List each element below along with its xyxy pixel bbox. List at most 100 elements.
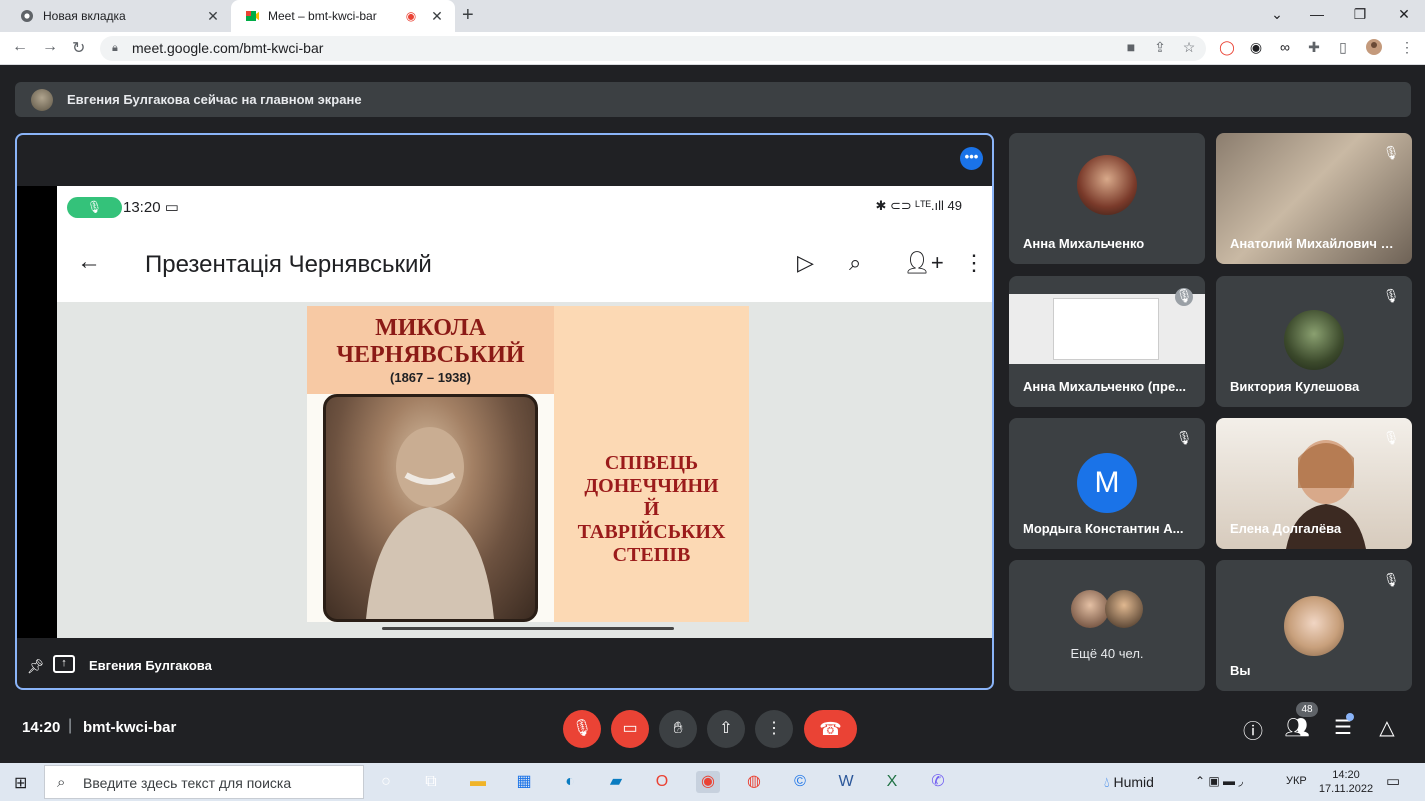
banner-text: Евгения Булгакова сейчас на главном экра… [67, 92, 362, 107]
chrome-taskbar-icon[interactable]: ◉ [696, 771, 720, 793]
tab-new-tab[interactable]: Новая вкладка ✕ [6, 0, 231, 32]
search-icon: ⌕ [849, 250, 862, 275]
mic-off-icon: 🎙︎ [1382, 288, 1400, 303]
language-indicator[interactable]: УКР [1286, 775, 1307, 787]
store-icon[interactable]: ▦ [512, 771, 536, 793]
viber-icon[interactable]: ✆ [926, 771, 950, 793]
participant-name: Виктория Кулешова [1230, 379, 1360, 394]
participant-tile[interactable]: 🎙︎ Елена Долгалёва [1216, 418, 1412, 549]
cortana-icon[interactable]: ○ [374, 771, 398, 793]
edge-icon[interactable]: ◐ [558, 771, 582, 793]
slide-text-line: Й [643, 498, 660, 520]
participant-tile[interactable]: 🎙︎ Анатолий Михайлович Б... [1216, 133, 1412, 264]
puzzle-icon[interactable]: ✚ [1305, 39, 1323, 56]
tab-search-icon[interactable]: ⌄ [1267, 6, 1287, 23]
separator: | [68, 717, 73, 734]
search-icon: ⌕ [57, 774, 66, 791]
meet-icon [245, 9, 259, 23]
mic-indicator-icon: 🎙︎ [67, 197, 122, 218]
slide-text-line: СТЕПІВ [612, 544, 691, 566]
side-panel-icon[interactable]: ▯ [1334, 39, 1352, 56]
tab-title: Meet – bmt-kwci-bar [268, 9, 377, 23]
more-options-button[interactable]: ⋮ [755, 710, 793, 748]
weather-widget[interactable]: 💧︎ Humid [1104, 774, 1154, 791]
more-vert-icon: ⋮ [963, 250, 985, 275]
windows-taskbar: ⊞ ⌕ Введите здесь текст для поиска ○ ⧉ ▬… [0, 763, 1425, 801]
ccleaner-icon[interactable]: © [788, 771, 812, 793]
taskbar-clock[interactable]: 14:20 17.11.2022 [1316, 768, 1376, 796]
forward-icon[interactable]: → [42, 38, 58, 56]
play-icon: ▷ [797, 250, 814, 275]
reload-icon[interactable]: ↻ [72, 38, 85, 58]
phone-time: 13:20 ▭ [123, 199, 179, 216]
meeting-time: 14:20 [22, 719, 61, 736]
avatar [1105, 590, 1143, 628]
url-text: meet.google.com/bmt-kwci-bar [132, 40, 324, 56]
phone-status-icons: ✱ ⊂⊃ ᴸᵀᴱ.ıll 49 [875, 198, 963, 213]
notifications-icon[interactable]: ▭ [1386, 772, 1400, 790]
leave-call-button[interactable]: ☎︎ [804, 710, 857, 748]
search-placeholder: Введите здесь текст для поиска [83, 775, 292, 791]
profile-avatar[interactable] [1365, 39, 1383, 58]
windows-start-icon[interactable]: ⊞ [14, 773, 27, 793]
phone-status-bar: 🎙︎ 13:20 ▭ ✱ ⊂⊃ ᴸᵀᴱ.ıll 49 [57, 186, 992, 230]
activities-icon[interactable]: △ [1374, 715, 1400, 740]
mic-off-icon: 🎙︎ [1382, 430, 1400, 445]
document-thumbnail [1053, 298, 1159, 360]
app-title: Презентація Чернявський [145, 251, 432, 278]
back-icon[interactable]: ← [12, 38, 28, 56]
bookmark-star-icon[interactable]: ☆ [1180, 39, 1198, 56]
participant-tile[interactable]: 🎙︎ Анна Михальченко (пре... [1009, 276, 1205, 407]
more-participants-tile[interactable]: Ещё 40 чел. [1009, 560, 1205, 691]
task-view-icon[interactable]: ⧉ [419, 771, 443, 793]
opera-icon[interactable]: O [650, 771, 674, 793]
tab-meet[interactable]: Meet – bmt-kwci-bar ◉ ✕ [231, 0, 455, 32]
file-explorer-icon[interactable]: ▬ [466, 771, 490, 793]
close-tab-icon[interactable]: ✕ [429, 8, 445, 25]
participant-name: Елена Долгалёва [1230, 521, 1342, 536]
camera-icon[interactable]: ■ [1122, 39, 1140, 55]
camera-off-button[interactable]: ▭ [611, 710, 649, 748]
participant-name: Анна Михальченко [1023, 236, 1145, 251]
mic-off-icon: 🎙︎ [1175, 430, 1193, 445]
shared-screen: 🎙︎ 13:20 ▭ ✱ ⊂⊃ ᴸᵀᴱ.ıll 49 ← Презентація… [17, 186, 992, 638]
lock-icon: 🔒︎ [112, 42, 118, 54]
new-tab-button[interactable]: + [462, 4, 474, 27]
more-options-icon[interactable]: ••• [960, 147, 983, 170]
system-tray-icons[interactable]: ⌃ ▣ ▬ ◞ [1195, 774, 1243, 788]
presenting-icon: ↑ [53, 655, 75, 673]
glasses-extension-icon[interactable]: ∞ [1276, 39, 1294, 55]
app-icon[interactable]: ◍ [742, 771, 766, 793]
app-icon[interactable]: ▰ [604, 771, 628, 793]
meeting-details-icon[interactable]: ⓘ [1240, 715, 1266, 744]
taskbar-time: 14:20 [1332, 769, 1360, 781]
chrome-icon [20, 9, 34, 23]
excel-icon[interactable]: X [880, 771, 904, 793]
mic-off-button[interactable]: 🎙︎ [563, 710, 601, 748]
participant-tile[interactable]: 🎙︎ М Мордыга Константин А... [1009, 418, 1205, 549]
pin-icon[interactable]: 📌︎ [27, 658, 45, 675]
participant-tile[interactable]: 🎙︎ Виктория Кулешова [1216, 276, 1412, 407]
minimize-button[interactable]: — [1307, 6, 1327, 22]
raise-hand-button[interactable]: ✋︎ [659, 710, 697, 748]
share-icon[interactable]: ⇪ [1151, 39, 1169, 56]
portrait-image [323, 394, 538, 622]
extension-icon[interactable]: ◉ [1247, 39, 1265, 56]
browser-toolbar: ← → ↻ 🔒︎ meet.google.com/bmt-kwci-bar ■ … [0, 32, 1425, 65]
address-bar[interactable]: 🔒︎ meet.google.com/bmt-kwci-bar [100, 36, 1206, 61]
close-window-button[interactable]: ✕ [1394, 6, 1414, 23]
present-now-button[interactable]: ⇧ [707, 710, 745, 748]
word-icon[interactable]: W [834, 771, 858, 793]
meeting-controls-bar: 14:20 | bmt-kwci-bar 🎙︎ ▭ ✋︎ ⇧ ⋮ ☎︎ ⓘ 👥︎… [0, 700, 1425, 762]
taskbar-search-input[interactable]: ⌕ Введите здесь текст для поиска [44, 765, 364, 799]
participant-tile[interactable]: Анна Михальченко [1009, 133, 1205, 264]
menu-icon[interactable]: ⋮ [1398, 39, 1416, 56]
people-icon[interactable]: 👥︎ [1284, 715, 1310, 740]
close-tab-icon[interactable]: ✕ [205, 8, 221, 25]
opera-extension-icon[interactable]: ◯ [1218, 39, 1236, 56]
slide-right-panel: СПІВЕЦЬ ДОНЕЧЧИНИ Й ТАВРІЙСЬКИХ СТЕПІВ [554, 306, 749, 622]
slide-name-line2: ЧЕРНЯВСЬКИЙ [336, 342, 525, 368]
maximize-button[interactable]: ❐ [1350, 6, 1370, 23]
self-tile[interactable]: 🎙︎ Вы [1216, 560, 1412, 691]
presentation-tile[interactable]: ••• 🎙︎ 13:20 ▭ ✱ ⊂⊃ ᴸᵀᴱ.ıll 49 ← Презент… [15, 133, 994, 690]
